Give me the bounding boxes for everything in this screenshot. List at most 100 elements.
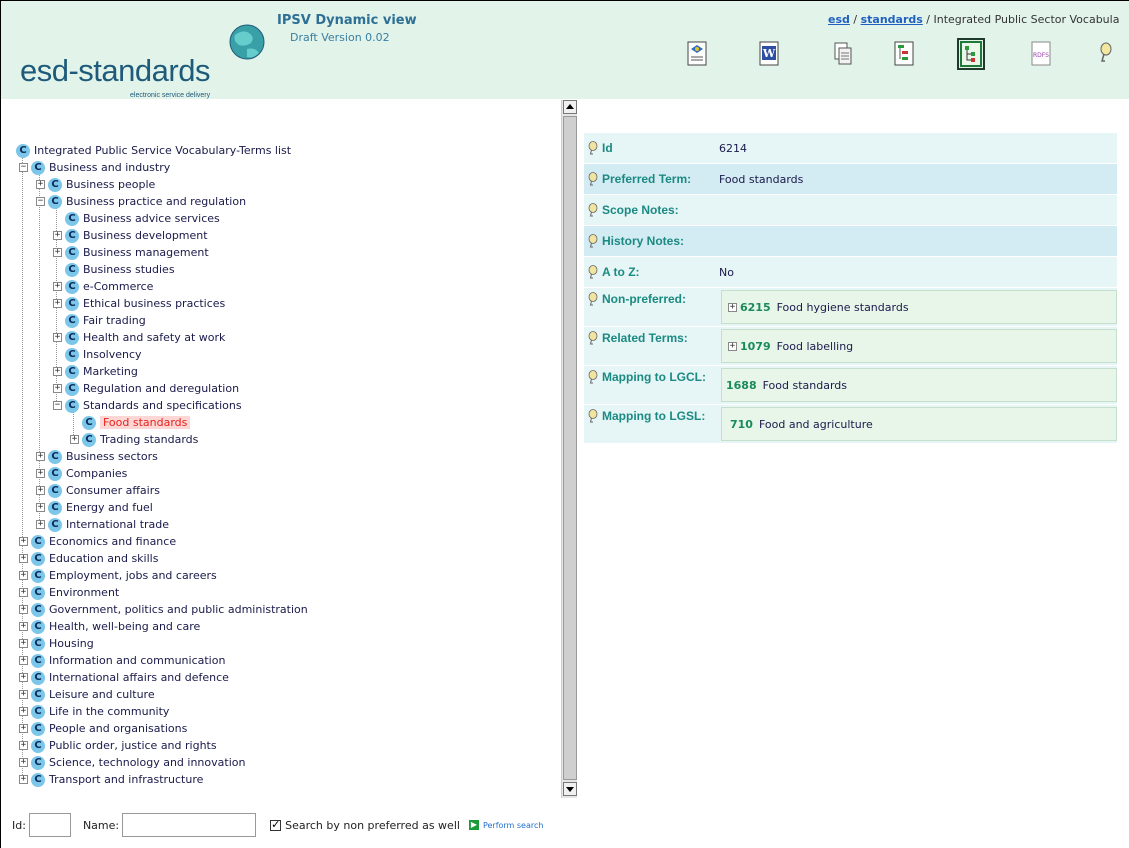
tree-node[interactable]: + C Education and skills	[19, 550, 158, 567]
tree-node-label[interactable]: Business advice services	[83, 212, 220, 225]
lgcl-mapping-entry[interactable]: 1688 Food standards	[721, 368, 1117, 402]
tree-node-label[interactable]: People and organisations	[49, 722, 187, 735]
expand-plus-icon[interactable]: +	[36, 180, 45, 189]
tree-node[interactable]: C Business studies	[53, 261, 175, 278]
xml-export-icon[interactable]	[686, 41, 708, 67]
expand-plus-icon[interactable]: +	[53, 333, 62, 342]
lgsl-text[interactable]: Food and agriculture	[759, 418, 873, 431]
expand-plus-icon[interactable]: +	[36, 486, 45, 495]
tree-node[interactable]: + C Consumer affairs	[36, 482, 160, 499]
tree-node[interactable]: C Insolvency	[53, 346, 142, 363]
tree-node-label[interactable]: Companies	[66, 467, 127, 480]
lgsl-id[interactable]: 710	[730, 418, 753, 431]
tree-node[interactable]: − C Business and industry	[19, 159, 170, 176]
tree-node-label[interactable]: Business management	[83, 246, 209, 259]
tree-node[interactable]: + C Information and communication	[19, 652, 225, 669]
expand-plus-icon[interactable]: +	[19, 605, 28, 614]
tree-node[interactable]: + C Science, technology and innovation	[19, 754, 245, 771]
tree-node-label[interactable]: Consumer affairs	[66, 484, 160, 497]
tree-node-label[interactable]: Business studies	[83, 263, 175, 276]
tree-node-label[interactable]: Economics and finance	[49, 535, 176, 548]
expand-plus-icon[interactable]: +	[53, 299, 62, 308]
tree-view-icon[interactable]	[957, 38, 985, 70]
tree-node-label[interactable]: e-Commerce	[83, 280, 153, 293]
lgcl-id[interactable]: 1688	[726, 379, 757, 392]
expand-plus-icon[interactable]: +	[19, 690, 28, 699]
rdfs-icon[interactable]: RDFS	[1030, 41, 1052, 67]
tree-node[interactable]: + C Economics and finance	[19, 533, 176, 550]
non-preferred-text[interactable]: Food hygiene standards	[777, 301, 909, 314]
expand-plus-icon[interactable]: +	[36, 503, 45, 512]
tree-node[interactable]: + C Business people	[36, 176, 155, 193]
scroll-down-button[interactable]	[563, 782, 577, 796]
scroll-thumb[interactable]	[563, 116, 577, 780]
tree-node-label[interactable]: Health and safety at work	[83, 331, 225, 344]
expand-plus-icon[interactable]: +	[728, 302, 737, 312]
tree-node-label[interactable]: Ethical business practices	[83, 297, 225, 310]
tree-node[interactable]: + C Leisure and culture	[19, 686, 155, 703]
tree-node[interactable]: + C Marketing	[53, 363, 138, 380]
non-preferred-checkbox[interactable]	[270, 818, 282, 831]
tree-node[interactable]: + C International affairs and defence	[19, 669, 229, 686]
name-input[interactable]	[122, 813, 257, 837]
expand-plus-icon[interactable]: +	[53, 282, 62, 291]
tree-node-label[interactable]: Business and industry	[49, 161, 170, 174]
tree-node[interactable]: C Business advice services	[53, 210, 220, 227]
tree-node-label[interactable]: Business practice and regulation	[66, 195, 246, 208]
tree-root-label[interactable]: Integrated Public Service Vocabulary-Ter…	[34, 144, 291, 157]
tree-node[interactable]: − C Standards and specifications	[53, 397, 242, 414]
tree-node[interactable]: + C Transport and infrastructure	[19, 771, 203, 788]
tree-node-label[interactable]: Business sectors	[66, 450, 158, 463]
tree-node-label[interactable]: Leisure and culture	[49, 688, 155, 701]
expand-plus-icon[interactable]: +	[53, 384, 62, 393]
tree-node-label[interactable]: Transport and infrastructure	[49, 773, 203, 786]
tree-node-label[interactable]: International trade	[66, 518, 169, 531]
tree-node[interactable]: + C Regulation and deregulation	[53, 380, 239, 397]
tree-node[interactable]: + C Companies	[36, 465, 127, 482]
tree-root[interactable]: C Integrated Public Service Vocabulary-T…	[16, 142, 291, 159]
tree-node-label[interactable]: Information and communication	[49, 654, 225, 667]
perform-search-link[interactable]: Perform search	[483, 821, 544, 830]
tree-node[interactable]: + C Ethical business practices	[53, 295, 225, 312]
expand-plus-icon[interactable]: +	[728, 341, 737, 351]
expand-plus-icon[interactable]: +	[53, 231, 62, 240]
tree-node[interactable]: + Ce-Commerce	[53, 278, 153, 295]
tree-node-label[interactable]: Insolvency	[83, 348, 142, 361]
collapse-minus-icon[interactable]: −	[53, 401, 62, 410]
tree-node-label[interactable]: Standards and specifications	[83, 399, 242, 412]
tree-node-label[interactable]: Science, technology and innovation	[49, 756, 245, 769]
tree-node-label[interactable]: Public order, justice and rights	[49, 739, 217, 752]
tree-node[interactable]: + C Public order, justice and rights	[19, 737, 217, 754]
tree-node-label[interactable]: International affairs and defence	[49, 671, 229, 684]
tree-node[interactable]: + C Environment	[19, 584, 119, 601]
tree-node[interactable]: − C Business practice and regulation	[36, 193, 246, 210]
expand-plus-icon[interactable]: +	[53, 248, 62, 257]
expand-plus-icon[interactable]: +	[19, 571, 28, 580]
related-term-entry[interactable]: + 1079 Food labelling	[721, 329, 1117, 363]
scroll-up-button[interactable]	[563, 100, 577, 114]
tree-node-label[interactable]: Life in the community	[49, 705, 169, 718]
expand-plus-icon[interactable]: +	[19, 707, 28, 716]
expand-plus-icon[interactable]: +	[19, 741, 28, 750]
breadcrumb-standards-link[interactable]: standards	[861, 13, 923, 26]
tree-node-label[interactable]: Energy and fuel	[66, 501, 153, 514]
tree-node-label[interactable]: Environment	[49, 586, 119, 599]
tree-node-label[interactable]: Business development	[83, 229, 208, 242]
tree-node-label[interactable]: Regulation and deregulation	[83, 382, 239, 395]
breadcrumb-esd-link[interactable]: esd	[828, 13, 850, 26]
tree-node-label[interactable]: Government, politics and public administ…	[49, 603, 308, 616]
tree-node[interactable]: + C Health and safety at work	[53, 329, 225, 346]
expand-plus-icon[interactable]: +	[19, 622, 28, 631]
copy-pages-icon[interactable]	[832, 41, 854, 67]
expand-plus-icon[interactable]: +	[36, 452, 45, 461]
tree-scrollbar[interactable]	[561, 100, 577, 798]
tree-node[interactable]: + C Energy and fuel	[36, 499, 153, 516]
tree-node[interactable]: + C Business management	[53, 244, 209, 261]
related-term-id[interactable]: 1079	[740, 340, 771, 353]
expand-plus-icon[interactable]: +	[36, 520, 45, 529]
expand-plus-icon[interactable]: +	[70, 435, 79, 444]
tree-node-label-selected[interactable]: Food standards	[100, 416, 191, 429]
tree-node-label[interactable]: Marketing	[83, 365, 138, 378]
tree-node[interactable]: + C People and organisations	[19, 720, 187, 737]
tree-node[interactable]: + C Health, well-being and care	[19, 618, 200, 635]
